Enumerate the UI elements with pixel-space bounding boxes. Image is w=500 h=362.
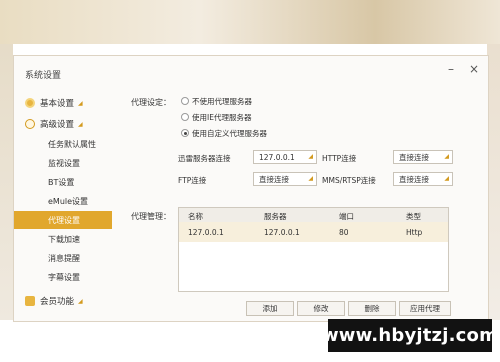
radio-label: 使用IE代理服务器 (192, 112, 252, 122)
chevron-down-icon: ◢ (308, 175, 313, 182)
cell-server: 127.0.0.1 (264, 228, 300, 237)
radio-button[interactable] (181, 113, 189, 121)
clock-icon (25, 119, 35, 129)
radio-button[interactable] (181, 97, 189, 105)
apply-proxy-button[interactable]: 应用代理 (399, 301, 451, 316)
select-value: 127.0.0.1 (259, 152, 295, 162)
add-button[interactable]: 添加 (246, 301, 294, 316)
cell-type: Http (406, 228, 423, 237)
proxy-table: 名称 服务器 端口 类型 127.0.0.1 127.0.0.1 80 Http (178, 207, 449, 292)
radio-label: 使用自定义代理服务器 (192, 128, 267, 138)
radio-ie-proxy[interactable]: 使用IE代理服务器 (181, 111, 251, 123)
radio-label: 不使用代理服务器 (192, 96, 252, 106)
ftp-connection-label: FTP连接 (178, 176, 207, 185)
sidebar-section-advanced[interactable]: 高级设置 ◢ (14, 114, 112, 134)
sidebar-item-task-defaults[interactable]: 任务默认属性 (14, 135, 112, 153)
sidebar: 基本设置 ◢ 高级设置 ◢ 任务默认属性 监视设置 BT设置 eMule设置 代… (14, 87, 112, 321)
expand-arrow-icon: ◢ (78, 120, 83, 128)
settings-dialog: 系统设置 – × 基本设置 ◢ 高级设置 ◢ 任务默认属性 监视设置 BT设置 … (13, 55, 489, 322)
http-connection-select[interactable]: 直接连接 ◢ (393, 150, 453, 164)
site-watermark: www.hbyjtzj.com (322, 319, 498, 352)
select-value: 直接连接 (259, 174, 289, 184)
sidebar-section-basic[interactable]: 基本设置 ◢ (14, 93, 112, 113)
proxy-manage-label: 代理管理： (131, 212, 171, 221)
sidebar-section-label: 高级设置 (40, 120, 75, 130)
chevron-down-icon: ◢ (444, 153, 449, 160)
radio-button-selected[interactable] (181, 129, 189, 137)
vip-icon (25, 296, 35, 306)
sidebar-item-bt[interactable]: BT设置 (14, 173, 112, 191)
cell-name: 127.0.0.1 (188, 228, 224, 237)
select-value: 直接连接 (399, 174, 429, 184)
chevron-down-icon: ◢ (308, 153, 313, 160)
gear-icon (25, 98, 35, 108)
column-header-server[interactable]: 服务器 (264, 211, 287, 222)
expand-arrow-icon: ◢ (78, 297, 83, 305)
column-header-name[interactable]: 名称 (188, 211, 203, 222)
http-connection-label: HTTP连接 (322, 154, 357, 163)
column-header-type[interactable]: 类型 (406, 211, 421, 222)
thunder-connection-label: 迅雷服务器连接 (178, 154, 231, 163)
sidebar-item-notifications[interactable]: 消息提醒 (14, 249, 112, 267)
sidebar-section-vip[interactable]: 会员功能 ◢ (14, 291, 112, 311)
proxy-settings-label: 代理设定： (131, 98, 171, 107)
sidebar-item-download-boost[interactable]: 下载加速 (14, 230, 112, 248)
select-value: 直接连接 (399, 152, 429, 162)
chevron-down-icon: ◢ (444, 175, 449, 182)
ftp-connection-select[interactable]: 直接连接 ◢ (253, 172, 317, 186)
sidebar-item-proxy[interactable]: 代理设置 (14, 211, 112, 229)
sidebar-section-label: 会员功能 (40, 297, 75, 307)
thunder-connection-select[interactable]: 127.0.0.1 ◢ (253, 150, 317, 164)
radio-no-proxy[interactable]: 不使用代理服务器 (181, 95, 252, 107)
close-icon[interactable]: × (469, 63, 479, 75)
table-row[interactable]: 127.0.0.1 127.0.0.1 80 Http (179, 222, 448, 242)
background-left (0, 44, 13, 320)
minimize-icon[interactable]: – (448, 63, 454, 75)
sidebar-item-subtitles[interactable]: 字幕设置 (14, 268, 112, 286)
table-header: 名称 服务器 端口 类型 (179, 208, 448, 223)
background-banner (0, 0, 500, 44)
mms-connection-select[interactable]: 直接连接 ◢ (393, 172, 453, 186)
delete-button[interactable]: 删除 (348, 301, 396, 316)
dialog-title: 系统设置 (25, 71, 62, 81)
sidebar-item-monitor[interactable]: 监视设置 (14, 154, 112, 172)
expand-arrow-icon: ◢ (78, 99, 83, 107)
cell-port: 80 (339, 228, 349, 237)
column-header-port[interactable]: 端口 (339, 211, 354, 222)
radio-custom-proxy[interactable]: 使用自定义代理服务器 (181, 127, 267, 139)
sidebar-item-emule[interactable]: eMule设置 (14, 192, 112, 210)
edit-button[interactable]: 修改 (297, 301, 345, 316)
sidebar-section-label: 基本设置 (40, 99, 75, 109)
mms-connection-label: MMS/RTSP连接 (322, 176, 376, 185)
